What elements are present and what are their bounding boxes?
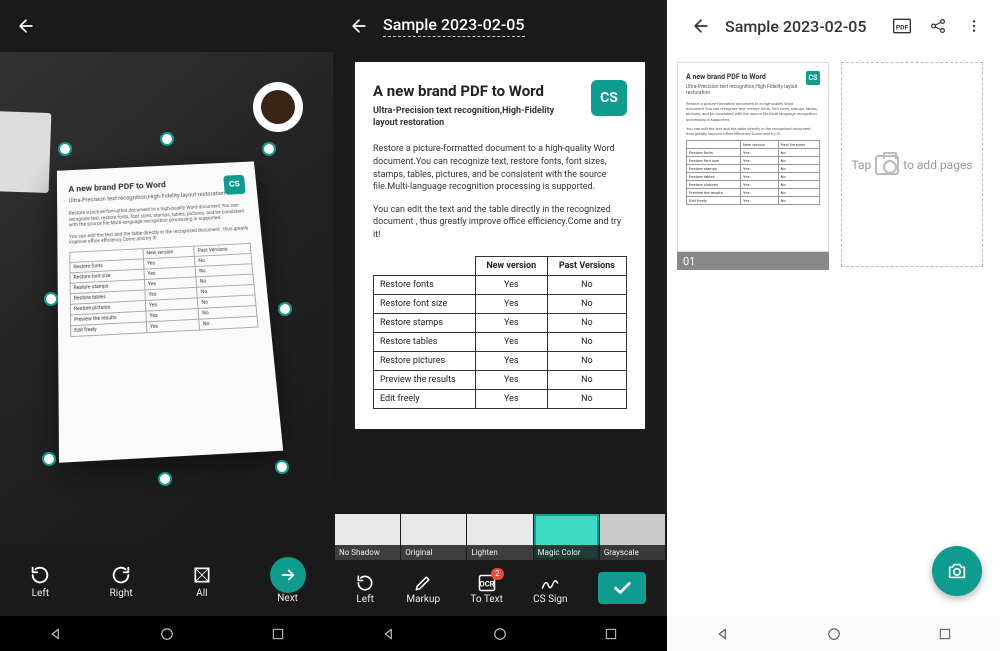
rotate-left-label: Left (32, 588, 49, 599)
cs-logo-icon: CS (591, 80, 627, 116)
nav-back-icon[interactable] (46, 624, 66, 644)
crop-photo-area[interactable]: CS A new brand PDF to Word Ultra-Precisi… (0, 52, 333, 544)
nav-back-icon[interactable] (379, 624, 399, 644)
filter-no-shadow[interactable]: No Shadow (335, 514, 400, 560)
crop-handle[interactable] (58, 142, 72, 156)
rotate-left-button[interactable]: Left (354, 572, 376, 605)
document-title[interactable]: Sample 2023-02-05 (383, 15, 525, 37)
filter-grayscale[interactable]: Grayscale (600, 514, 665, 560)
camera-fab[interactable] (932, 546, 982, 596)
next-button[interactable]: Next (270, 557, 306, 604)
back-icon[interactable] (345, 12, 373, 40)
android-navbar (0, 616, 333, 651)
nav-recent-icon[interactable] (268, 624, 288, 644)
page-thumbnail[interactable]: CS A new brand PDF to Word Ultra-Precisi… (677, 62, 829, 270)
crop-handle[interactable] (44, 292, 58, 306)
crop-all-button[interactable]: All (189, 562, 215, 599)
android-navbar (667, 616, 1000, 651)
doc-paragraph: Restore a picture-formatted document to … (373, 143, 627, 193)
svg-text:OCR: OCR (479, 579, 494, 588)
pdf-icon[interactable]: PDF (888, 12, 916, 40)
document-preview: CS A new brand PDF to Word Ultra-Precisi… (333, 52, 667, 514)
rotate-right-label: Right (110, 588, 133, 599)
share-icon[interactable] (924, 12, 952, 40)
crop-handle[interactable] (42, 452, 56, 466)
cs-logo-icon: CS (223, 175, 246, 195)
crop-handle[interactable] (262, 142, 276, 156)
next-label: Next (277, 593, 298, 604)
nav-home-icon[interactable] (157, 624, 177, 644)
doc-heading: A new brand PDF to Word (373, 82, 627, 100)
crop-handle[interactable] (158, 472, 172, 486)
android-navbar (333, 616, 667, 651)
cs-sign-button[interactable]: CS Sign (533, 572, 567, 605)
nav-recent-icon[interactable] (935, 624, 955, 644)
rotate-left-button[interactable]: Left (27, 562, 53, 599)
to-text-badge: 2 (491, 568, 504, 580)
nav-back-icon[interactable] (713, 624, 733, 644)
mini-table: New versionPast Versions Restore fontsYe… (69, 242, 258, 336)
nav-recent-icon[interactable] (601, 624, 621, 644)
to-text-button[interactable]: OCR 2 To Text (470, 572, 503, 605)
rotate-right-button[interactable]: Right (108, 562, 134, 599)
filter-lighten[interactable]: Lighten (467, 514, 532, 560)
confirm-button[interactable] (598, 572, 646, 604)
doc-table: New versionPast Versions Restore fontsYe… (373, 256, 627, 409)
document-title[interactable]: Sample 2023-02-05 (725, 17, 867, 36)
doc-subtitle: Ultra-Precision text recognition,High-Fi… (373, 106, 573, 129)
back-icon[interactable] (12, 12, 40, 40)
filter-original[interactable]: Original (401, 514, 466, 560)
back-icon[interactable] (687, 12, 715, 40)
filter-magic-color[interactable]: Magic Color (534, 514, 599, 560)
nav-home-icon[interactable] (824, 624, 844, 644)
svg-text:PDF: PDF (896, 23, 909, 31)
crop-handle[interactable] (160, 132, 174, 146)
markup-button[interactable]: Markup (406, 572, 440, 605)
crop-handle[interactable] (278, 302, 292, 316)
nav-home-icon[interactable] (490, 624, 510, 644)
doc-paragraph: You can edit the text and the table dire… (373, 204, 627, 242)
filter-strip: No Shadow Original Lighten Magic Color G… (333, 514, 667, 560)
cs-logo-icon: CS (806, 71, 820, 85)
crop-handle[interactable] (275, 460, 289, 474)
crop-all-label: All (196, 588, 207, 599)
add-pages-tile[interactable]: Tap to add pages (841, 62, 983, 267)
more-icon[interactable] (960, 12, 988, 40)
camera-icon (875, 155, 899, 175)
thumbnail-number: 01 (677, 252, 829, 270)
